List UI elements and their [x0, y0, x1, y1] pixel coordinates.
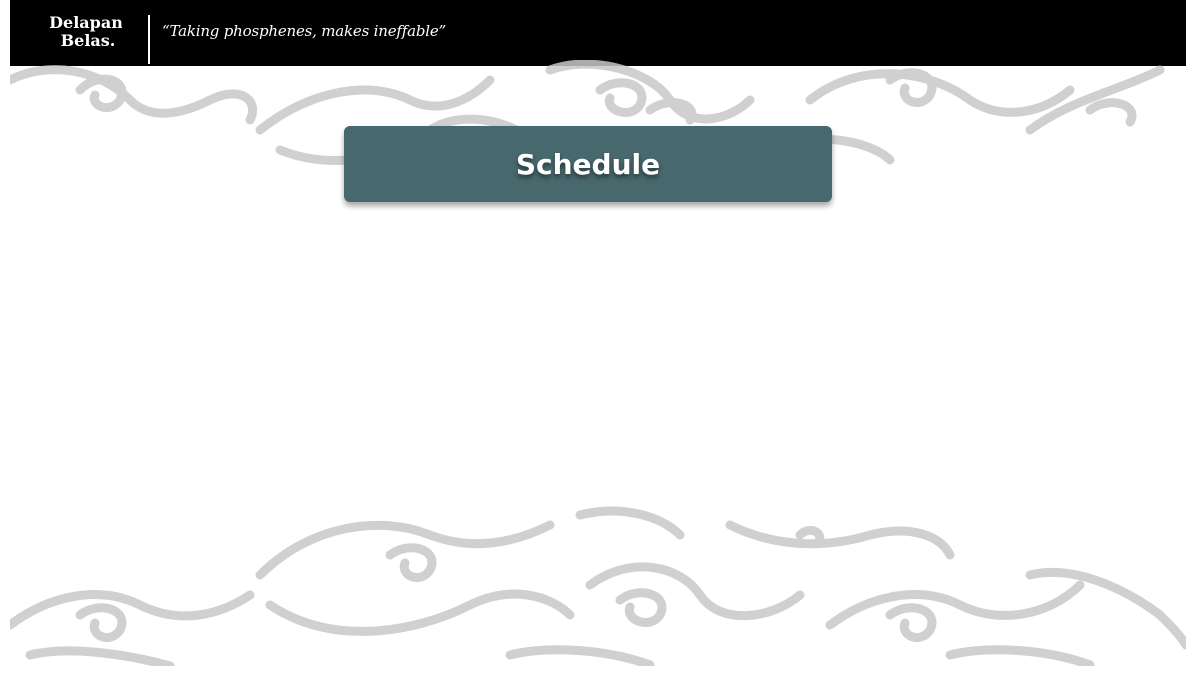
- schedule-button-label: Schedule: [515, 147, 661, 181]
- site-header: Delapan Belas. “Taking phosphenes, makes…: [10, 0, 1186, 66]
- logo-text-line1: Delapan: [50, 13, 122, 32]
- page-frame: Delapan Belas. “Taking phosphenes, makes…: [10, 0, 1186, 666]
- header-divider: [148, 15, 150, 64]
- batik-cloud-pattern-bottom: [10, 506, 1186, 666]
- logo-text-line2: Belas.: [61, 31, 116, 50]
- brand-logo[interactable]: Delapan Belas.: [50, 12, 122, 52]
- schedule-button[interactable]: Schedule: [344, 126, 832, 202]
- site-tagline: “Taking phosphenes, makes ineffable”: [162, 22, 446, 40]
- delapan-belas-logo-icon: Delapan Belas.: [50, 13, 122, 50]
